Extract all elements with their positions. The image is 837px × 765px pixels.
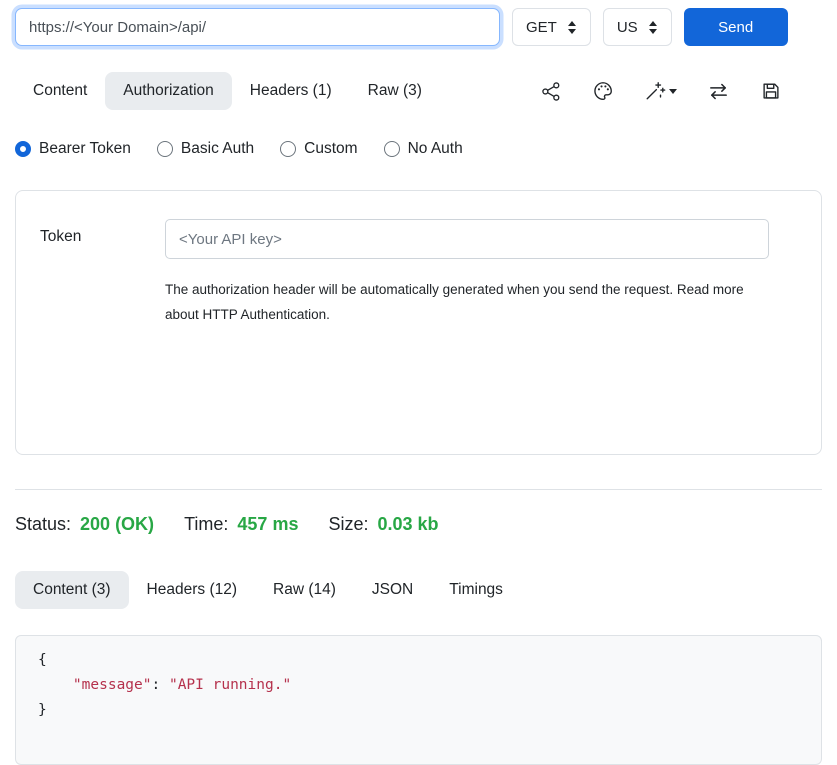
- auth-option-label: Basic Auth: [181, 140, 254, 158]
- time-value: 457 ms: [237, 514, 298, 535]
- code-line: "message": "API running.": [38, 673, 799, 698]
- code-line: {: [38, 648, 799, 673]
- save-icon[interactable]: [760, 80, 782, 102]
- location-select-value: US: [617, 19, 638, 36]
- tab-raw[interactable]: Raw (3): [350, 72, 440, 110]
- send-button[interactable]: Send: [684, 8, 788, 46]
- code-value: "API running.": [169, 677, 291, 693]
- status-label: Status:: [15, 514, 71, 535]
- auth-option-no-auth[interactable]: No Auth: [384, 140, 463, 158]
- token-column: The authorization header will be automat…: [165, 219, 797, 327]
- magic-wand-icon[interactable]: [644, 80, 677, 102]
- auth-option-custom[interactable]: Custom: [280, 140, 357, 158]
- method-select[interactable]: GET: [512, 8, 591, 46]
- tab-authorization[interactable]: Authorization: [105, 72, 231, 110]
- auth-panel: Token The authorization header will be a…: [15, 190, 822, 455]
- auth-option-label: Bearer Token: [39, 140, 131, 158]
- status-value: 200 (OK): [80, 514, 154, 535]
- radio-unchecked-icon: [280, 141, 296, 157]
- share-icon[interactable]: [541, 81, 562, 102]
- auth-option-basic-auth[interactable]: Basic Auth: [157, 140, 254, 158]
- tab-content[interactable]: Content: [15, 72, 105, 110]
- token-input[interactable]: [165, 219, 769, 259]
- code-brace: }: [38, 702, 47, 718]
- size-label: Size:: [328, 514, 368, 535]
- radio-unchecked-icon: [157, 141, 173, 157]
- response-summary: Status: 200 (OK) Time: 457 ms Size: 0.03…: [15, 514, 822, 535]
- radio-checked-icon: [15, 141, 31, 157]
- tab-headers[interactable]: Headers (1): [232, 72, 350, 110]
- palette-icon[interactable]: [592, 80, 614, 102]
- time-label: Time:: [184, 514, 228, 535]
- updown-arrows-icon: [567, 20, 577, 35]
- auth-type-options: Bearer Token Basic Auth Custom No Auth: [15, 140, 822, 158]
- auth-option-bearer-token[interactable]: Bearer Token: [15, 140, 131, 158]
- code-separator: :: [152, 677, 169, 693]
- radio-unchecked-icon: [384, 141, 400, 157]
- response-body: { "message": "API running." }: [15, 635, 822, 765]
- location-select[interactable]: US: [603, 8, 672, 46]
- request-tabs: Content Authorization Headers (1) Raw (3…: [15, 72, 822, 110]
- code-key: "message": [73, 677, 152, 693]
- caret-down-icon: [669, 89, 677, 94]
- size-value: 0.03 kb: [378, 514, 439, 535]
- request-bar: GET US Send: [15, 8, 822, 46]
- section-divider: [15, 489, 822, 490]
- code-line: }: [38, 698, 799, 723]
- response-tabs: Content (3) Headers (12) Raw (14) JSON T…: [15, 571, 822, 609]
- updown-arrows-icon: [648, 20, 658, 35]
- response-tab-content[interactable]: Content (3): [15, 571, 129, 609]
- url-input[interactable]: [15, 8, 500, 46]
- response-tab-json[interactable]: JSON: [354, 571, 431, 609]
- response-tab-timings[interactable]: Timings: [431, 571, 521, 609]
- response-tab-headers[interactable]: Headers (12): [129, 571, 255, 609]
- swap-icon[interactable]: [707, 80, 730, 103]
- toolbar-icons: [541, 80, 822, 103]
- auth-option-label: Custom: [304, 140, 357, 158]
- code-brace: {: [38, 652, 47, 668]
- method-select-value: GET: [526, 19, 557, 36]
- response-tab-raw[interactable]: Raw (14): [255, 571, 354, 609]
- token-label: Token: [40, 219, 165, 246]
- auth-help-text: The authorization header will be automat…: [165, 277, 755, 327]
- api-client-page: GET US Send Content Authorization Header…: [0, 0, 837, 765]
- auth-option-label: No Auth: [408, 140, 463, 158]
- code-indent: [38, 677, 73, 693]
